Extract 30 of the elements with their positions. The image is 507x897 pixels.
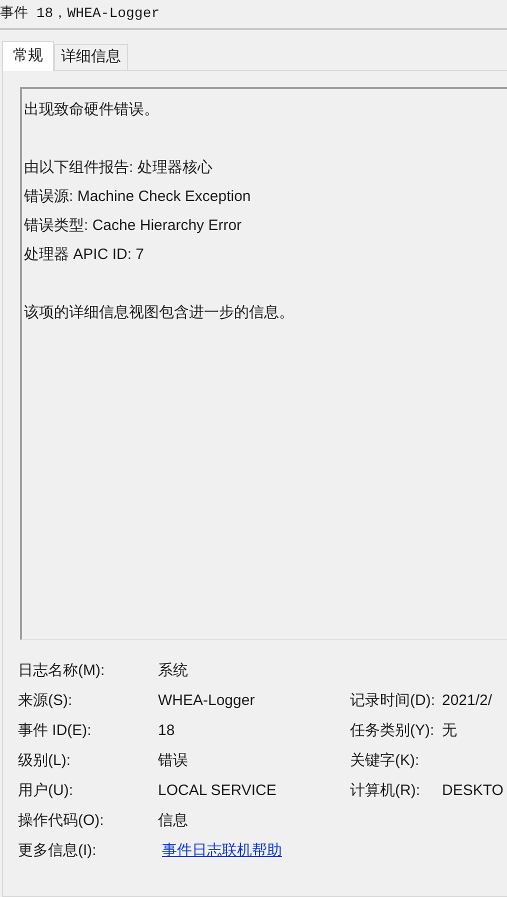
- message-line: 由以下组件报告: 处理器核心: [24, 158, 214, 178]
- property-value: 错误: [158, 752, 188, 769]
- property-label: 更多信息(I):: [18, 840, 98, 861]
- property-label: 操作代码(O):: [18, 810, 105, 831]
- property-label: 日志名称(M):: [18, 660, 106, 681]
- property-label: 用户(U):: [18, 780, 74, 801]
- property-value: 2021/2/: [442, 690, 492, 711]
- message-line: 错误源: Machine Check Exception: [24, 187, 252, 207]
- property-label: 记录时间(D):: [350, 690, 436, 711]
- property-label: 来源(S):: [18, 690, 74, 711]
- property-value: WHEA-Logger: [158, 692, 255, 709]
- property-value: LOCAL SERVICE: [158, 782, 276, 799]
- property-label: 计算机(R):: [350, 780, 421, 801]
- tab[interactable]: 常规: [2, 41, 54, 71]
- message-line: 出现致命硬件错误。: [24, 100, 160, 120]
- property-label: 事件 ID(E):: [18, 720, 92, 741]
- property-value: 信息: [158, 812, 188, 829]
- tab[interactable]: 详细信息: [54, 44, 128, 70]
- property-value: DESKTO: [442, 780, 504, 801]
- property-label: 级别(L):: [18, 750, 72, 771]
- window-title: 事件 18，WHEA-Logger: [0, 4, 160, 24]
- property-value: 18: [158, 722, 175, 739]
- property-value: 无: [442, 720, 457, 741]
- message-line: 处理器 APIC ID: 7: [24, 245, 146, 265]
- message-line: 错误类型: Cache Hierarchy Error: [24, 216, 243, 236]
- property-label: 任务类别(Y):: [350, 720, 436, 741]
- property-value: 系统: [158, 662, 188, 679]
- help-link[interactable]: 事件日志联机帮助: [162, 842, 282, 859]
- property-label: 关键字(K):: [350, 750, 420, 771]
- message-line: 该项的详细信息视图包含进一步的信息。: [24, 303, 295, 323]
